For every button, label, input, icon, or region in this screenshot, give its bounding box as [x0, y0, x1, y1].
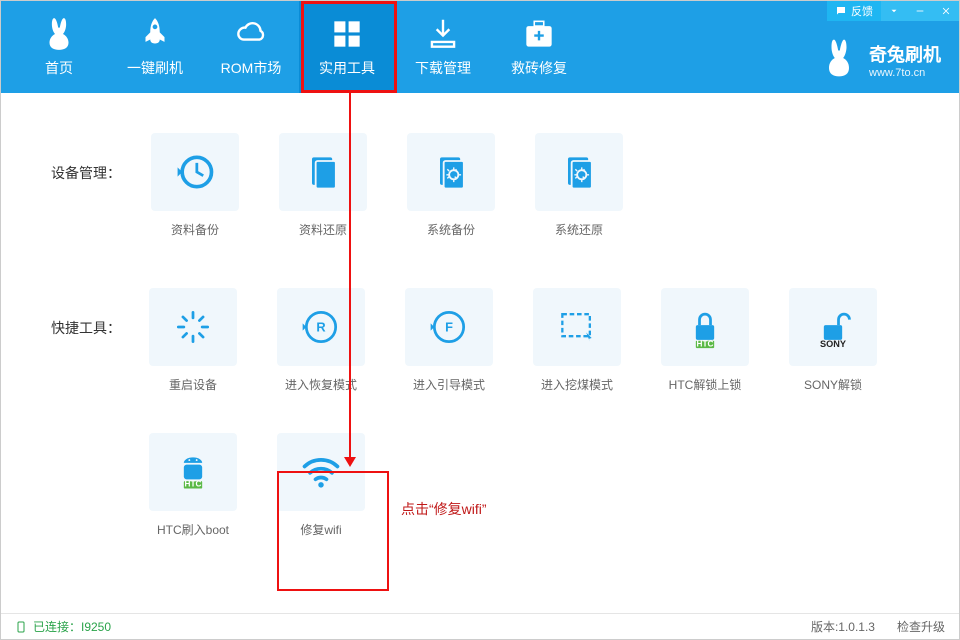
tile-restore-system[interactable]: 系统还原	[535, 133, 623, 238]
tile-label: 资料还原	[299, 221, 347, 238]
htc-lock-icon: HTC	[683, 305, 727, 349]
nav-label: ROM市场	[221, 58, 282, 78]
dropdown-button[interactable]	[881, 1, 907, 21]
rocket-icon	[136, 16, 174, 52]
nav-download[interactable]: 下载管理	[395, 1, 491, 93]
nav-label: 一键刷机	[127, 58, 183, 78]
annotation-text: 点击“修复wifi”	[401, 499, 487, 519]
medkit-icon	[520, 16, 558, 52]
brand-title: 奇兔刷机	[869, 41, 941, 67]
tile-label: HTC解锁上锁	[669, 376, 742, 393]
nav-rom[interactable]: ROM市场	[203, 1, 299, 93]
download-icon	[424, 16, 462, 52]
rabbit-icon	[40, 16, 78, 52]
loading-icon	[171, 305, 215, 349]
grid-icon	[328, 16, 366, 52]
wifi-icon	[299, 450, 343, 494]
section-label: 快捷工具：	[51, 288, 149, 338]
nav-label: 救砖修复	[511, 58, 567, 78]
doc-gear-icon	[557, 150, 601, 194]
nav-label: 实用工具	[319, 58, 375, 78]
svg-text:HTC: HTC	[697, 339, 714, 348]
section-device: 设备管理： 资料备份 资料还原 系统备份 系统还原	[51, 133, 929, 238]
nav-label: 下载管理	[415, 58, 471, 78]
circle-f-icon: F	[427, 305, 471, 349]
window-controls: 反馈	[827, 1, 959, 21]
doc-stack-icon	[301, 150, 345, 194]
status-text: 已连接：I9250	[33, 618, 111, 635]
annotation-arrow	[349, 93, 351, 465]
cloud-icon	[232, 16, 270, 52]
dashed-box-icon	[555, 305, 599, 349]
circle-r-icon: R	[299, 305, 343, 349]
close-icon	[941, 6, 951, 16]
tile-recovery[interactable]: R 进入恢复模式	[277, 288, 365, 393]
tile-label: HTC刷入boot	[157, 521, 229, 538]
doc-gear-icon	[429, 150, 473, 194]
brand-rabbit-icon	[819, 38, 859, 81]
minimize-button[interactable]	[907, 1, 933, 21]
tile-reboot[interactable]: 重启设备	[149, 288, 237, 393]
brand: 奇兔刷机 www.7to.cn	[819, 38, 941, 81]
svg-text:SONY: SONY	[820, 339, 846, 349]
section-label: 设备管理：	[51, 133, 151, 183]
svg-text:HTC: HTC	[185, 480, 202, 489]
nav-tools[interactable]: 实用工具	[299, 1, 395, 93]
android-htc-icon: HTC	[171, 450, 215, 494]
brand-url: www.7to.cn	[869, 67, 941, 79]
clock-back-icon	[173, 150, 217, 194]
tile-label: 重启设备	[169, 376, 217, 393]
tile-label: 进入恢复模式	[285, 376, 357, 393]
tile-label: 系统备份	[427, 221, 475, 238]
tile-label: SONY解锁	[804, 376, 862, 393]
tile-download-mode[interactable]: 进入挖煤模式	[533, 288, 621, 393]
tile-htc-lock[interactable]: HTC HTC解锁上锁	[661, 288, 749, 393]
status-version: 版本:1.0.1.3	[811, 618, 875, 635]
chevron-down-icon	[889, 6, 899, 16]
tile-label: 进入挖煤模式	[541, 376, 613, 393]
status-check-update[interactable]: 检查升级	[897, 618, 945, 635]
tile-label: 系统还原	[555, 221, 603, 238]
tile-label: 资料备份	[171, 221, 219, 238]
nav-home[interactable]: 首页	[11, 1, 107, 93]
section-quick: 快捷工具： 重启设备 R 进入恢复模式 F 进入引导模式 进入挖煤模式	[51, 288, 929, 538]
content-area: 设备管理： 资料备份 资料还原 系统备份 系统还原	[1, 93, 959, 613]
minimize-icon	[915, 6, 925, 16]
tile-htc-boot[interactable]: HTC HTC刷入boot	[149, 433, 237, 538]
header-nav: 首页 一键刷机 ROM市场 实用工具 下载管理 救砖修复 奇兔刷机 www.7t…	[1, 1, 959, 93]
tile-backup-system[interactable]: 系统备份	[407, 133, 495, 238]
feedback-button[interactable]: 反馈	[827, 1, 881, 21]
tile-sony-unlock[interactable]: SONY SONY解锁	[789, 288, 877, 393]
nav-flash[interactable]: 一键刷机	[107, 1, 203, 93]
nav-rescue[interactable]: 救砖修复	[491, 1, 587, 93]
tile-fastboot[interactable]: F 进入引导模式	[405, 288, 493, 393]
close-button[interactable]	[933, 1, 959, 21]
tile-label: 修复wifi	[300, 521, 341, 538]
statusbar: 已连接：I9250 版本:1.0.1.3 检查升级	[1, 613, 959, 639]
tile-fix-wifi[interactable]: 修复wifi	[277, 433, 365, 538]
sony-lock-icon: SONY	[811, 305, 855, 349]
tile-label: 进入引导模式	[413, 376, 485, 393]
tile-restore-data[interactable]: 资料还原	[279, 133, 367, 238]
svg-text:F: F	[445, 320, 453, 335]
status-connected: 已连接：I9250	[15, 618, 111, 635]
phone-icon	[15, 620, 27, 634]
tile-backup-data[interactable]: 资料备份	[151, 133, 239, 238]
nav-label: 首页	[45, 58, 73, 78]
svg-text:R: R	[316, 320, 325, 335]
feedback-label: 反馈	[851, 3, 873, 19]
chat-icon	[835, 5, 847, 17]
